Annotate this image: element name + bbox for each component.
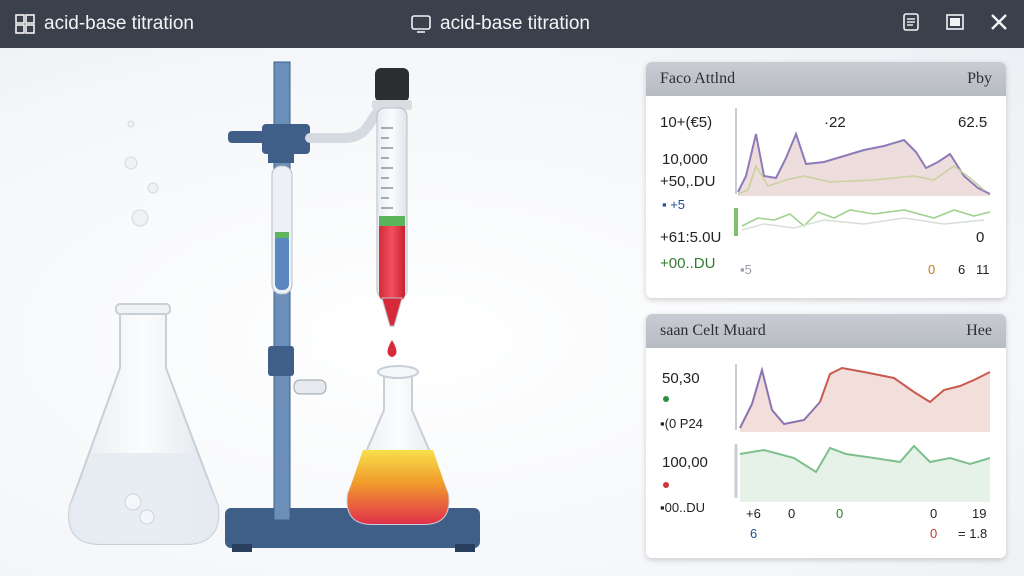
panel-1-chart bbox=[734, 108, 991, 236]
close-button[interactable] bbox=[986, 11, 1012, 37]
panel-2-label-h: 0 bbox=[930, 506, 938, 521]
panel-2-label-c: 100,00 bbox=[662, 454, 708, 471]
panel-2-red-dot bbox=[663, 482, 669, 488]
monitor-icon bbox=[410, 13, 432, 35]
data-panel-1: Faco Attlnd Pby 10+(€5) 10,000 +50,.DU ▪… bbox=[646, 62, 1006, 298]
bubbles bbox=[124, 120, 159, 227]
panel-2-label-l: = 1.8 bbox=[958, 526, 988, 541]
data-panel-2: saan Celt Muard Hee 50,30 ▪(0 P24 100,00… bbox=[646, 314, 1006, 558]
title-bar: acid-base titration acid-base titration bbox=[0, 0, 1024, 48]
document-button[interactable] bbox=[898, 11, 924, 37]
panel-1-label-l: 6 bbox=[958, 262, 966, 277]
burette bbox=[372, 68, 412, 357]
panel-1-label-f: +00..DU bbox=[660, 255, 716, 272]
window-title-left: acid-base titration bbox=[44, 13, 194, 34]
panel-1-label-c: +50,.DU bbox=[660, 173, 716, 190]
panel-1-label-k: 0 bbox=[928, 262, 936, 277]
window-title-center: acid-base titration bbox=[440, 13, 590, 34]
app-grid-icon bbox=[14, 13, 36, 35]
left-flask bbox=[68, 303, 220, 545]
close-icon bbox=[989, 12, 1009, 37]
title-left: acid-base titration bbox=[14, 0, 194, 48]
panel-1-label-m: 11 bbox=[976, 262, 990, 277]
panel-2-label-i: 19 bbox=[972, 506, 987, 521]
document-icon bbox=[901, 12, 921, 37]
title-center: acid-base titration bbox=[410, 0, 590, 48]
panel-2-header: saan Celt Muard Hee bbox=[646, 314, 1006, 348]
panel-2-label-b: ▪(0 P24 bbox=[660, 416, 703, 431]
window-controls bbox=[898, 0, 1012, 48]
panel-2-title: saan Celt Muard bbox=[660, 322, 766, 339]
panel-2-header-value: Hee bbox=[966, 322, 992, 339]
panel-2-label-a: 50,30 bbox=[662, 370, 700, 387]
workspace: Faco Attlnd Pby 10+(€5) 10,000 +50,.DU ▪… bbox=[0, 48, 1024, 576]
panel-2-label-f: 0 bbox=[788, 506, 796, 521]
reaction-flask bbox=[346, 365, 450, 525]
restore-button[interactable] bbox=[942, 11, 968, 37]
panel-1-header-value: Pby bbox=[967, 70, 992, 87]
panel-1-header: Faco Attlnd Pby bbox=[646, 62, 1006, 96]
panel-1-label-a: 10+(€5) bbox=[660, 114, 713, 131]
panel-1-label-d: ▪ +5 bbox=[662, 197, 686, 212]
panel-2-label-k: 0 bbox=[930, 526, 938, 541]
panel-1-title: Faco Attlnd bbox=[660, 70, 736, 87]
panel-1-label-e: +61:5.0U bbox=[660, 229, 722, 246]
titration-illustration bbox=[68, 61, 480, 552]
panel-1-label-j: ▪5 bbox=[740, 262, 752, 277]
panel-2-label-j: 6 bbox=[750, 526, 758, 541]
panel-2-label-e: +6 bbox=[746, 506, 761, 521]
panel-2-label-g: 0 bbox=[836, 506, 844, 521]
left-burette bbox=[271, 165, 293, 295]
restore-icon bbox=[944, 12, 966, 37]
panel-2-green-dot bbox=[663, 396, 669, 402]
panel-2-chart bbox=[734, 364, 991, 502]
panel-1-label-b: 10,000 bbox=[662, 151, 708, 168]
panel-2-label-d: ▪00..DU bbox=[660, 500, 706, 515]
